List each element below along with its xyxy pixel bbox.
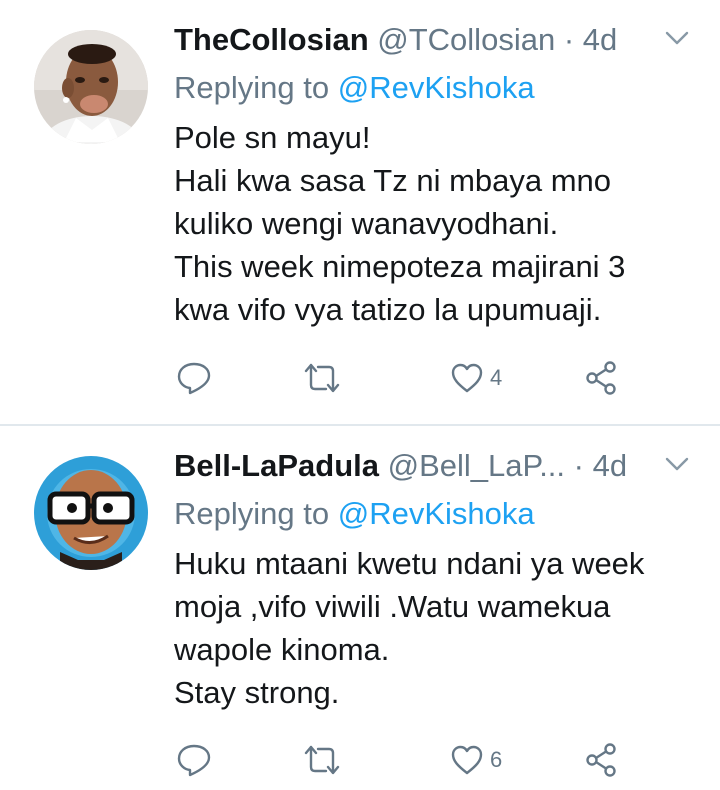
- retweet-icon: [304, 363, 340, 393]
- tweet-text-line: Hali kwa sasa Tz ni mbaya mno: [174, 163, 612, 198]
- retweet-button[interactable]: [302, 358, 342, 398]
- tweet-text: Huku mtaani kwetu ndani ya week moja ,vi…: [174, 542, 704, 714]
- tweet-text-line: Stay strong.: [174, 675, 340, 710]
- user-handle[interactable]: @TCollosian: [377, 22, 555, 57]
- replying-to: Replying to @RevKishoka: [174, 494, 535, 534]
- separator-dot: ·: [563, 22, 575, 57]
- replying-mention-link[interactable]: @RevKishoka: [338, 70, 535, 105]
- tweet-text-line: moja ,vifo viwili .Watu wamekua: [174, 589, 611, 624]
- share-button[interactable]: [584, 740, 620, 780]
- like-icon: [451, 745, 483, 775]
- tweet-text-line: Pole sn mayu!: [174, 120, 371, 155]
- avatar-caricature-image: [34, 30, 148, 144]
- tweet-text-line: wapole kinoma.: [174, 632, 390, 667]
- replying-to: Replying to @RevKishoka: [174, 68, 535, 108]
- tweet-header: TheCollosian @TCollosian · 4d: [174, 20, 720, 60]
- like-button[interactable]: 6: [450, 740, 502, 780]
- timestamp[interactable]: 4d: [593, 448, 627, 483]
- tweet-text-line: This week nimepoteza majirani 3: [174, 249, 626, 284]
- replying-prefix: Replying to: [174, 496, 330, 531]
- tweet-text-line: kwa vifo vya tatizo la upumuaji.: [174, 292, 602, 327]
- avatar[interactable]: [34, 456, 148, 570]
- separator-dot: ·: [573, 448, 584, 483]
- like-button[interactable]: 4: [450, 358, 502, 398]
- tweet-text: Pole sn mayu! Hali kwa sasa Tz ni mbaya …: [174, 116, 704, 331]
- like-icon: [451, 363, 483, 393]
- reply-icon: [177, 744, 211, 777]
- display-name[interactable]: Bell-LaPadula: [174, 448, 379, 483]
- replying-mention-link[interactable]: @RevKishoka: [338, 496, 535, 531]
- tweet-header: Bell-LaPadula @Bell_LaP... · 4d: [174, 446, 720, 486]
- share-icon: [586, 361, 616, 395]
- like-count: 6: [490, 747, 503, 772]
- avatar-cartoon-image: [34, 456, 148, 570]
- avatar[interactable]: [34, 30, 148, 144]
- like-count: 4: [490, 365, 503, 390]
- chevron-down-icon[interactable]: [664, 454, 690, 474]
- retweet-icon: [304, 745, 340, 775]
- tweet-text-line: kuliko wengi wanavyodhani.: [174, 206, 559, 241]
- tweet-text-line: Huku mtaani kwetu ndani ya week: [174, 546, 645, 581]
- chevron-down-icon[interactable]: [664, 28, 690, 48]
- retweet-button[interactable]: [302, 740, 342, 780]
- timestamp[interactable]: 4d: [583, 22, 617, 57]
- reply-icon: [177, 362, 211, 395]
- replying-prefix: Replying to: [174, 70, 330, 105]
- reply-button[interactable]: [176, 358, 212, 398]
- display-name[interactable]: TheCollosian: [174, 22, 369, 57]
- reply-button[interactable]: [176, 740, 212, 780]
- share-button[interactable]: [584, 358, 620, 398]
- tweet-card[interactable]: Bell-LaPadula @Bell_LaP... · 4d Replying…: [0, 426, 720, 790]
- user-handle[interactable]: @Bell_LaP...: [388, 448, 565, 483]
- tweet-card[interactable]: TheCollosian @TCollosian · 4d Replying t…: [0, 0, 720, 424]
- share-icon: [586, 743, 616, 777]
- tweet-actions: 6: [172, 740, 692, 780]
- tweet-actions: 4: [172, 358, 692, 398]
